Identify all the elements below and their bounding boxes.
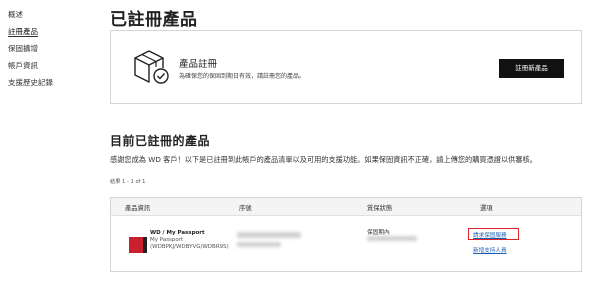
sidebar-item-account-info[interactable]: 帳戶資訊 [8,57,88,74]
add-support-contact-link[interactable]: 新增支持人員 [473,246,507,254]
request-warranty-service-link[interactable]: 請求保固服務 [473,231,507,239]
product-image [129,237,147,253]
product-registration-card: 產品註冊 為確保您的保固到期日有效，請註冊您的產品。 註冊新產品 [110,30,582,104]
product-line: My Passport [150,237,184,243]
package-check-icon [134,50,169,84]
sidebar-item-label: 帳戶資訊 [8,61,38,70]
registered-products-table: 產品資訊 序號 質保狀態 選項 WD / My Passport My Pass… [110,197,582,272]
product-model: (WDBPKJ/WDBYVG/WDBR9S) [150,244,229,250]
registered-products-description: 感謝您成為 WD 客戶！以下是已註冊到此帳戶的產品清單以及可用的支援功能。如果保… [110,155,537,164]
table-header: 產品資訊 序號 質保狀態 選項 [111,198,581,216]
sidebar-item-label: 註冊產品 [8,27,38,37]
serial-number-redacted [237,232,301,238]
serial-number-redacted [237,242,281,247]
results-count: 結果 1 - 1 of 1 [110,179,146,185]
registration-title: 產品註冊 [179,59,218,70]
sidebar-item-overview[interactable]: 概述 [8,6,88,23]
column-header-product-info: 產品資訊 [125,205,151,212]
sidebar-item-label: 概述 [8,10,23,19]
warranty-date-redacted [367,236,417,241]
column-header-serial: 序號 [239,205,252,212]
registration-description: 為確保您的保固到期日有效，請註冊您的產品。 [179,73,306,80]
column-header-options: 選項 [480,205,493,212]
sidebar-item-warranty-extension[interactable]: 保固擴增 [8,40,88,57]
warranty-status: 保固期內 [367,230,390,236]
sidebar-item-label: 支援歷史記錄 [8,78,53,87]
sidebar-item-registered-products[interactable]: 註冊產品 [8,23,88,40]
product-name: WD / My Passport [150,230,205,236]
sidebar-item-label: 保固擴增 [8,44,38,53]
column-header-warranty-status: 質保狀態 [367,205,393,212]
sidebar-item-support-history[interactable]: 支援歷史記錄 [8,74,88,91]
account-sidebar: 概述 註冊產品 保固擴增 帳戶資訊 支援歷史記錄 [8,6,88,91]
page-title: 已註冊產品 [110,10,198,30]
registered-products-title: 目前已註冊的產品 [110,134,211,148]
register-new-product-button[interactable]: 註冊新產品 [499,59,564,78]
